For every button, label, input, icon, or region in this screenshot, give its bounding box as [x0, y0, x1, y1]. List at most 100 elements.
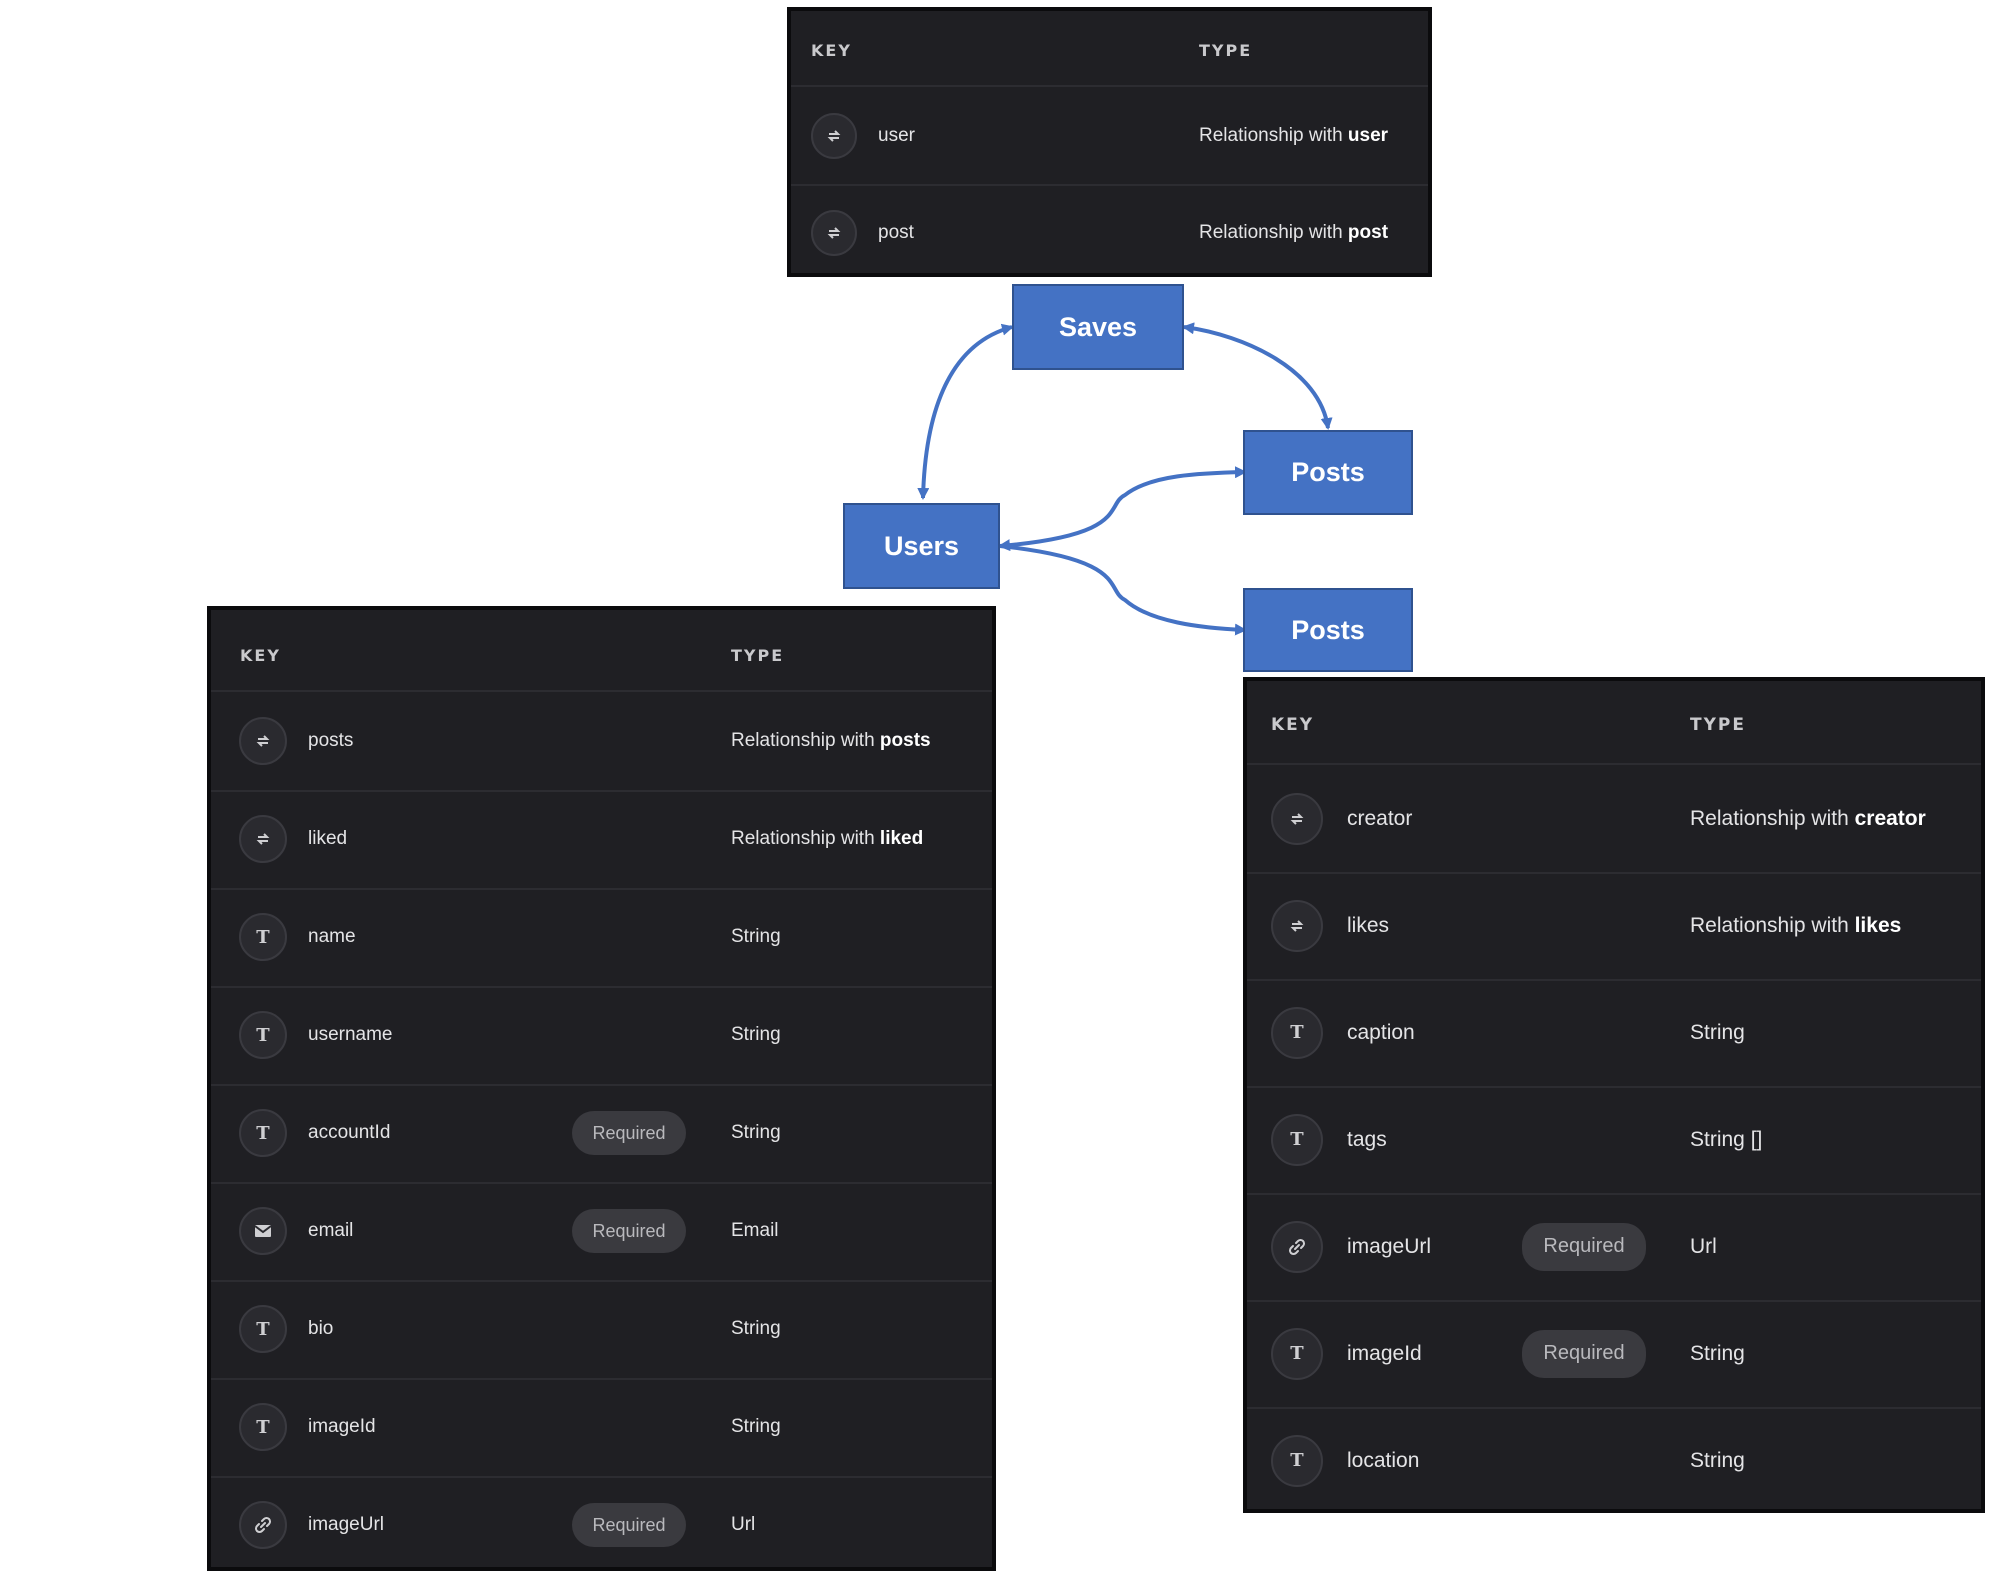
column-header-type: TYPE [731, 646, 785, 665]
arrow-users-saves [917, 323, 1014, 500]
field-type: String [731, 1122, 781, 1144]
field-type: String [731, 1318, 781, 1340]
field-key: email [308, 1220, 354, 1241]
field-type-label: Url [1690, 1234, 1717, 1258]
field-key: imageId [1347, 1341, 1422, 1365]
relationship-icon [811, 209, 857, 256]
relationship-icon [239, 717, 287, 765]
table-row: email Required Email [211, 1182, 992, 1282]
field-key: liked [308, 828, 348, 849]
required-badge: Required [572, 1503, 686, 1547]
related-entity: posts [879, 730, 931, 751]
field-type: String [731, 1024, 781, 1046]
table-row: Tname String [211, 888, 992, 988]
field-key: location [1347, 1448, 1420, 1472]
field-type: String [731, 926, 781, 948]
text-icon: T [239, 1305, 287, 1353]
field-key: name [308, 926, 356, 947]
table-row: creator Relationship with creator [1247, 765, 1981, 874]
text-icon: T [1271, 1327, 1323, 1380]
field-type: Email [731, 1220, 779, 1242]
field-type-label: String [731, 1318, 781, 1339]
relationship-icon [1271, 899, 1323, 952]
field-key: imageId [308, 1416, 376, 1437]
field-type-label: String [731, 926, 781, 947]
entity-users: Users [843, 503, 1000, 589]
field-type-label: String [1690, 1020, 1745, 1044]
column-header-key: KEY [1271, 715, 1315, 735]
field-type-label: Relationship with [1199, 124, 1348, 146]
table-row: TimageId String [211, 1378, 992, 1478]
link-icon [1271, 1220, 1323, 1273]
text-icon: T [1271, 1006, 1323, 1059]
field-key: imageUrl [1347, 1234, 1432, 1258]
table-row: Ttags String [] [1247, 1086, 1981, 1195]
field-type-label: Relationship with [731, 730, 880, 751]
required-badge: Required [1522, 1222, 1646, 1271]
field-key: posts [308, 730, 354, 751]
table-row: Tusername String [211, 986, 992, 1086]
relationship-icon [1271, 792, 1323, 845]
text-icon: T [239, 913, 287, 961]
relationship-icon [811, 112, 857, 159]
field-type: String [731, 1416, 781, 1438]
entity-posts-bottom: Posts [1243, 588, 1413, 672]
field-key: caption [1347, 1020, 1415, 1044]
table-row: imageUrl Required Url [211, 1476, 992, 1574]
field-type-label: Relationship with [731, 828, 880, 849]
table-row: user Relationship with user [791, 87, 1428, 186]
field-key: post [878, 221, 914, 243]
field-type: Relationship with user [1199, 125, 1388, 147]
field-type: String [1690, 1449, 1745, 1473]
field-type-label: String [731, 1122, 781, 1143]
posts-schema-table: KEY TYPE creator Relationship with creato… [1243, 677, 1985, 1513]
text-icon: T [239, 1011, 287, 1059]
field-type: String [1690, 1021, 1745, 1045]
field-type-label: Relationship with [1690, 913, 1855, 937]
users-schema-table: KEY TYPE posts Relationship with posts lik… [207, 606, 996, 1571]
arrow-users-posts-bottom [999, 544, 1247, 636]
field-key: tags [1347, 1127, 1387, 1151]
email-icon [239, 1207, 287, 1255]
required-badge: Required [1522, 1329, 1646, 1378]
saves-schema-table: KEY TYPE user Relationship with user post R… [787, 7, 1432, 277]
column-header-key: KEY [240, 646, 281, 665]
table-row: posts Relationship with posts [211, 692, 992, 792]
field-type-label: String [1690, 1341, 1745, 1365]
field-key: bio [308, 1318, 334, 1339]
table-row: TimageId Required String [1247, 1300, 1981, 1409]
related-entity: user [1347, 124, 1389, 146]
table-row: imageUrl Required Url [1247, 1193, 1981, 1302]
related-entity: liked [879, 828, 924, 849]
table-row: Tbio String [211, 1280, 992, 1380]
table-row: post Relationship with post [791, 184, 1428, 281]
relationship-icon [239, 815, 287, 863]
field-type: Relationship with post [1199, 222, 1388, 244]
related-entity: creator [1854, 806, 1926, 830]
text-icon: T [1271, 1113, 1323, 1166]
field-type-label: String [731, 1024, 781, 1045]
field-type: Url [1690, 1235, 1717, 1259]
field-type: Relationship with likes [1690, 914, 1901, 938]
entity-posts-top: Posts [1243, 430, 1413, 515]
field-type-label: Email [731, 1220, 779, 1241]
link-icon [239, 1501, 287, 1549]
arrow-saves-posts [1182, 322, 1333, 430]
required-badge: Required [572, 1209, 686, 1253]
field-type-label: String [731, 1416, 781, 1437]
column-header-type: TYPE [1199, 41, 1253, 60]
table-row: Tcaption String [1247, 979, 1981, 1088]
field-type: Relationship with creator [1690, 807, 1926, 831]
table-row: Tlocation String [1247, 1407, 1981, 1514]
text-icon: T [239, 1403, 287, 1451]
entity-saves: Saves [1012, 284, 1184, 370]
field-key: username [308, 1024, 393, 1045]
field-type-label: String [1690, 1448, 1745, 1472]
text-icon: T [239, 1109, 287, 1157]
field-type: Url [731, 1514, 755, 1536]
column-header-key: KEY [811, 41, 852, 60]
related-entity: post [1347, 221, 1389, 243]
table-row: likes Relationship with likes [1247, 872, 1981, 981]
field-type-label: Relationship with [1199, 221, 1348, 243]
arrow-users-posts-top [998, 466, 1247, 552]
